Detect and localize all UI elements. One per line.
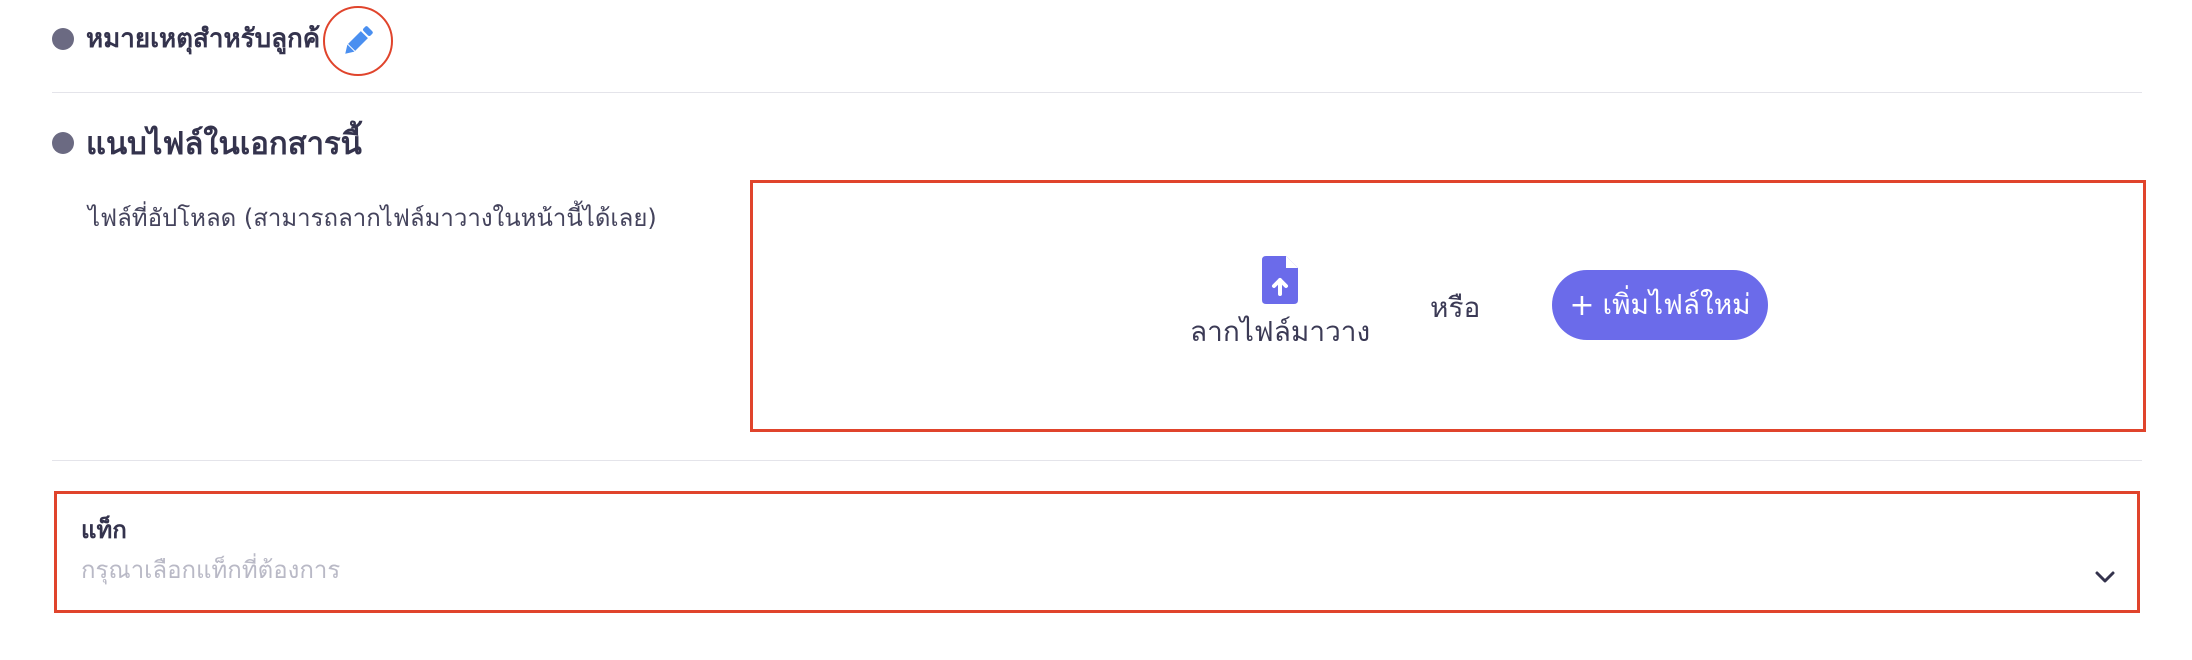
pencil-icon <box>345 26 373 54</box>
divider <box>52 460 2142 461</box>
tag-placeholder: กรุณาเลือกแท็กที่ต้องการ <box>81 556 341 584</box>
drag-drop-target[interactable]: ลากไฟล์มาวาง <box>1190 256 1370 354</box>
edit-notes-button[interactable] <box>323 6 393 76</box>
bullet-icon <box>52 132 74 154</box>
attach-section-title: แนบไฟล์ในเอกสารนี้ <box>86 126 362 162</box>
add-file-button-label: เพิ่มไฟล์ใหม่ <box>1602 288 1751 321</box>
notes-section-title: หมายเหตุสำหรับลูกค้ <box>86 24 321 54</box>
tag-select[interactable]: แท็ก กรุณาเลือกแท็กที่ต้องการ <box>54 491 2140 613</box>
file-upload-icon <box>1262 256 1299 304</box>
drop-files-text: ลากไฟล์มาวาง <box>1190 315 1371 348</box>
add-file-button[interactable]: + เพิ่มไฟล์ใหม่ <box>1552 270 1768 340</box>
attach-section-header: แนบไฟล์ในเอกสารนี้ <box>52 118 362 168</box>
bullet-icon <box>52 27 74 50</box>
tag-label: แท็ก <box>81 516 127 544</box>
plus-icon: + <box>1569 287 1595 323</box>
notes-section-header: หมายเหตุสำหรับลูกค้ <box>52 18 320 59</box>
or-text: หรือ <box>1430 291 1481 324</box>
divider <box>52 92 2142 93</box>
chevron-down-icon <box>2095 571 2115 583</box>
uploaded-files-label: ไฟล์ที่อัปโหลด (สามารถลากไฟล์มาวางในหน้า… <box>88 204 657 232</box>
